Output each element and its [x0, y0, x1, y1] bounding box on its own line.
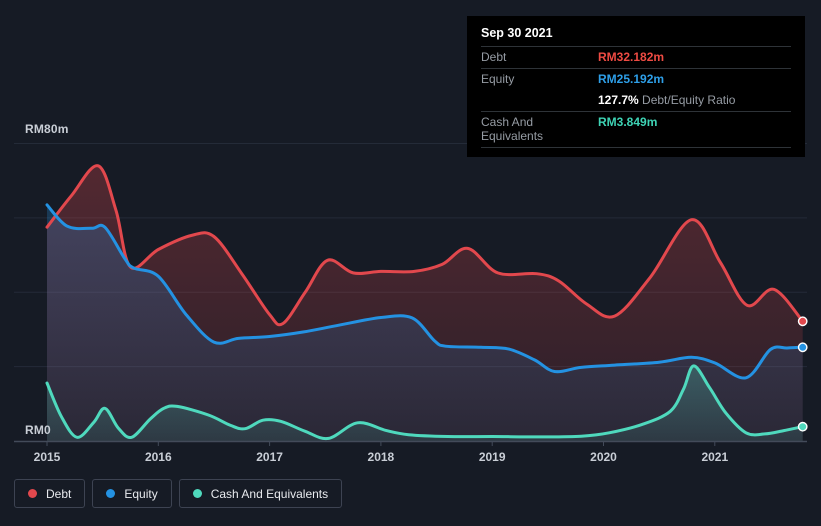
tooltip-equity-value: RM25.192m	[598, 72, 665, 86]
legend-label-equity: Equity	[124, 486, 158, 501]
tooltip-cash-value: RM3.849m	[598, 115, 658, 129]
tooltip-cash-label: Cash And Equivalents	[481, 115, 544, 143]
tooltip-ratio-percent: 127.7%	[598, 93, 639, 107]
legend-item-cash-and-equivalents[interactable]: Cash And Equivalents	[178, 479, 343, 508]
legend-label-cash-and-equivalents: Cash And Equivalents	[210, 486, 329, 501]
x-axis-label-2018: 2018	[367, 450, 395, 464]
x-axis-label-2016: 2016	[144, 450, 172, 464]
tooltip-row-ratio: 127.7% Debt/Equity Ratio	[481, 90, 791, 111]
cash-and-equivalents-legend-dot-icon	[192, 489, 202, 498]
tooltip: Sep 30 2021 Debt RM32.182m Equity RM25.1…	[467, 16, 805, 157]
x-axis-label-2019: 2019	[478, 450, 506, 464]
tooltip-ratio-caption: Debt/Equity Ratio	[642, 93, 736, 107]
legend-item-equity[interactable]: Equity	[92, 479, 172, 508]
chart-legend: Debt Equity Cash And Equivalents	[14, 479, 343, 508]
x-axis-label-2021: 2021	[701, 450, 729, 464]
tooltip-row-debt: Debt RM32.182m	[481, 47, 791, 68]
equity-legend-dot-icon	[106, 489, 116, 498]
x-axis-label-2017: 2017	[256, 450, 283, 464]
end-marker-debt[interactable]	[797, 316, 808, 327]
tooltip-row-cash: Cash And Equivalents RM3.849m	[481, 112, 791, 147]
y-axis-max-label: RM80m	[25, 122, 69, 136]
tooltip-date: Sep 30 2021	[481, 20, 791, 47]
tooltip-debt-label: Debt	[481, 50, 507, 64]
y-axis-min-label: RM0	[25, 423, 51, 437]
x-axis-label-2020: 2020	[590, 450, 617, 464]
x-axis-label-2015: 2015	[33, 450, 61, 464]
end-marker-cash-and-equivalents[interactable]	[797, 421, 808, 432]
tooltip-debt-value: RM32.182m	[598, 50, 665, 64]
debt-legend-dot-icon	[28, 489, 37, 498]
tooltip-ratio-value: 127.7% Debt/Equity Ratio	[598, 93, 791, 107]
legend-label-debt: Debt	[46, 486, 72, 501]
legend-item-debt[interactable]: Debt	[14, 479, 86, 508]
end-marker-equity[interactable]	[797, 342, 808, 353]
debt-equity-history-page: RM80m RM0 2015 2016 2017 2018 2019 2020 2021 S…	[0, 0, 821, 526]
tooltip-equity-label: Equity	[481, 72, 515, 86]
tooltip-row-equity: Equity RM25.192m	[481, 69, 791, 90]
